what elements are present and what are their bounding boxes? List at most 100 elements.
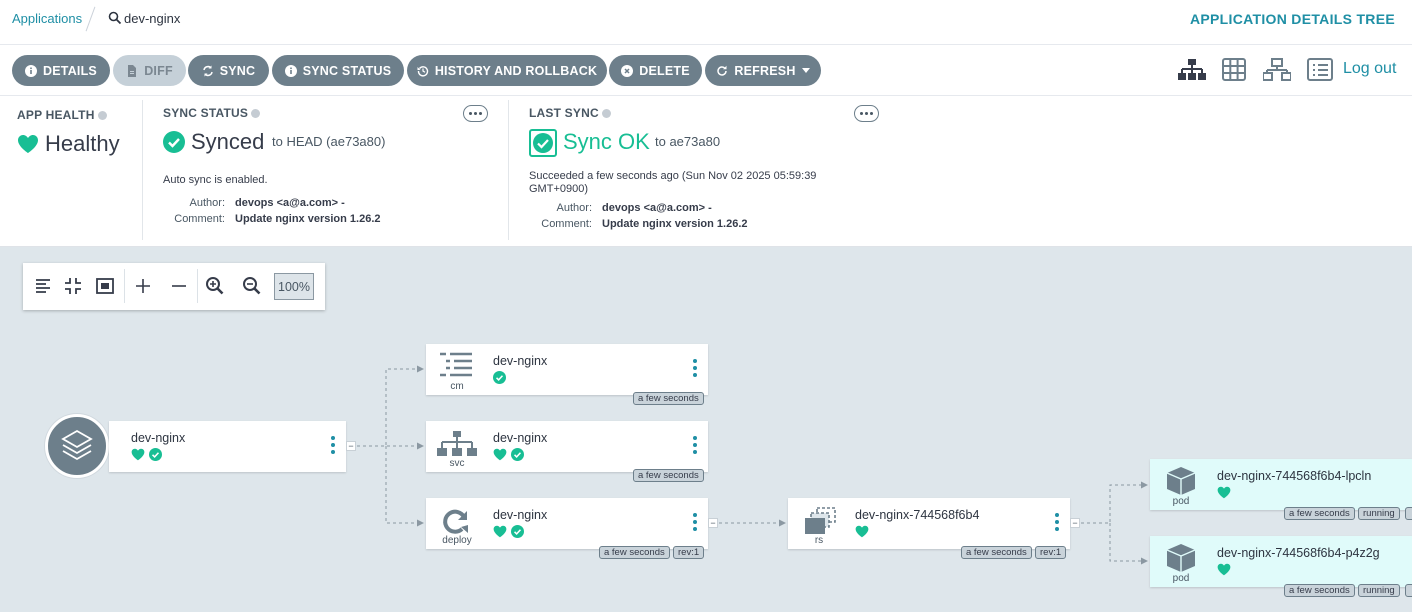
refresh-icon	[717, 65, 728, 76]
replicaset-node[interactable]: rs dev-nginx-744568f6b4	[788, 498, 1070, 549]
details-button[interactable]: DETAILS	[12, 55, 110, 86]
node-name: dev-nginx-744568f6b4-lpcln	[1217, 469, 1372, 483]
sync-icon	[202, 65, 213, 76]
top-bar: Applications dev-nginx APPLICATION DETAI…	[0, 0, 1412, 45]
node-kind: cm	[450, 381, 464, 392]
action-bar: DETAILS DIFF SYNC SYNC STATUS HISTORY AN…	[0, 45, 1412, 96]
sync-status-label: SYNC STATUS	[302, 63, 392, 78]
info-icon	[25, 64, 38, 77]
node-name: dev-nginx-744568f6b4-p4z2g	[1217, 546, 1380, 560]
app-health-header: APP HEALTH	[17, 108, 107, 122]
list-view-icon[interactable]	[1306, 58, 1334, 82]
delete-button[interactable]: DELETE	[609, 55, 702, 86]
author-label: Author:	[189, 197, 225, 209]
times-circle-icon	[621, 64, 634, 77]
sync-button[interactable]: SYNC	[188, 55, 269, 86]
grid-view-icon[interactable]	[1221, 58, 1249, 82]
overflow-tag	[1405, 507, 1412, 520]
check-circle-icon	[511, 448, 525, 461]
author-value: devops <a@a.com> -	[235, 197, 345, 209]
help-icon[interactable]	[251, 109, 261, 119]
pod-node[interactable]: pod dev-nginx-744568f6b4-lpcln	[1150, 459, 1412, 510]
node-name: dev-nginx	[493, 354, 548, 368]
last-sync-target[interactable]: to ae73a80	[655, 134, 720, 149]
application-node[interactable]: dev-nginx	[109, 421, 346, 472]
pod-icon	[1166, 467, 1196, 495]
heart-icon	[18, 135, 38, 153]
app-health-label: APP HEALTH	[17, 108, 95, 122]
age-tag: a few seconds	[1284, 507, 1355, 520]
collapse-toggle[interactable]: −	[1070, 518, 1080, 528]
node-status	[131, 448, 163, 462]
history-rollback-button[interactable]: HISTORY AND ROLLBACK	[407, 55, 607, 86]
check-circle-icon	[163, 131, 185, 153]
node-menu-button[interactable]	[693, 359, 697, 377]
last-sync-succeeded-text: Succeeded a few seconds ago (Sun Nov 02 …	[529, 170, 817, 182]
node-status	[493, 525, 525, 539]
breadcrumb-applications-link[interactable]: Applications	[12, 11, 82, 26]
overflow-tag	[1405, 584, 1412, 597]
sync-status-target[interactable]: to HEAD (ae73a80)	[272, 134, 385, 149]
heart-icon	[131, 448, 145, 461]
node-menu-button[interactable]	[693, 513, 697, 531]
app-health-value: Healthy	[45, 131, 120, 156]
node-kind: pod	[1172, 496, 1190, 507]
sync-status-value: Synced	[191, 129, 265, 154]
last-sync-label: LAST SYNC	[529, 106, 599, 120]
help-icon[interactable]	[601, 109, 611, 119]
refresh-label: REFRESH	[734, 63, 796, 78]
node-menu-button[interactable]	[1055, 513, 1059, 531]
page-title: APPLICATION DETAILS TREE	[1189, 11, 1395, 27]
node-status	[1217, 563, 1231, 577]
logout-link[interactable]: Log out	[1343, 60, 1396, 78]
breadcrumb-current-app[interactable]: dev-nginx	[124, 11, 180, 26]
node-name: dev-nginx	[493, 431, 548, 445]
tree-canvas[interactable]: 100% dev-nginx − cm dev-nginx a few seco…	[0, 247, 1412, 612]
comment-value: Update nginx version 1.26.2	[602, 218, 748, 230]
application-node-icon[interactable]	[45, 414, 109, 478]
node-kind: pod	[1172, 573, 1190, 584]
details-label: DETAILS	[43, 63, 97, 78]
node-name: dev-nginx-744568f6b4	[855, 508, 980, 522]
check-circle-icon	[493, 371, 506, 384]
deployment-node[interactable]: deploy dev-nginx	[426, 498, 708, 549]
auto-sync-text: Auto sync is enabled.	[163, 174, 268, 186]
heart-icon	[855, 525, 869, 538]
age-tag: a few seconds	[1284, 584, 1355, 597]
divider	[142, 100, 143, 240]
configmap-node[interactable]: cm dev-nginx	[426, 344, 708, 395]
configmap-icon	[440, 352, 472, 377]
node-menu-button[interactable]	[331, 436, 335, 454]
node-name: dev-nginx	[131, 431, 186, 445]
collapse-toggle[interactable]: −	[346, 441, 356, 451]
tree-view-icon[interactable]	[1178, 58, 1206, 82]
sync-status-button[interactable]: SYNC STATUS	[272, 55, 404, 86]
sync-status-label: SYNC STATUS	[163, 106, 249, 120]
network-view-icon[interactable]	[1263, 58, 1291, 82]
heart-icon	[1217, 563, 1231, 576]
node-status	[493, 448, 525, 462]
author-value: devops <a@a.com> -	[602, 202, 712, 214]
search-icon	[108, 11, 122, 25]
diff-label: DIFF	[144, 63, 173, 78]
sync-status-more-button[interactable]	[463, 105, 488, 122]
node-status	[493, 371, 506, 385]
refresh-button[interactable]: REFRESH	[705, 55, 821, 86]
delete-label: DELETE	[639, 63, 690, 78]
pod-state-tag: running	[1358, 584, 1400, 597]
collapse-toggle[interactable]: −	[708, 518, 718, 528]
check-square-icon	[529, 129, 557, 157]
pod-node[interactable]: pod dev-nginx-744568f6b4-p4z2g	[1150, 536, 1412, 587]
service-node[interactable]: svc dev-nginx	[426, 421, 708, 472]
heart-icon	[493, 448, 507, 461]
diff-button[interactable]: DIFF	[113, 55, 186, 86]
help-icon[interactable]	[97, 111, 107, 121]
node-kind: svc	[449, 458, 465, 469]
last-sync-header: LAST SYNC	[529, 106, 611, 120]
heart-icon	[1217, 486, 1231, 499]
info-icon	[284, 64, 297, 77]
comment-value: Update nginx version 1.26.2	[235, 213, 381, 225]
node-status	[1217, 486, 1231, 500]
last-sync-more-button[interactable]	[854, 105, 879, 122]
node-menu-button[interactable]	[693, 436, 697, 454]
